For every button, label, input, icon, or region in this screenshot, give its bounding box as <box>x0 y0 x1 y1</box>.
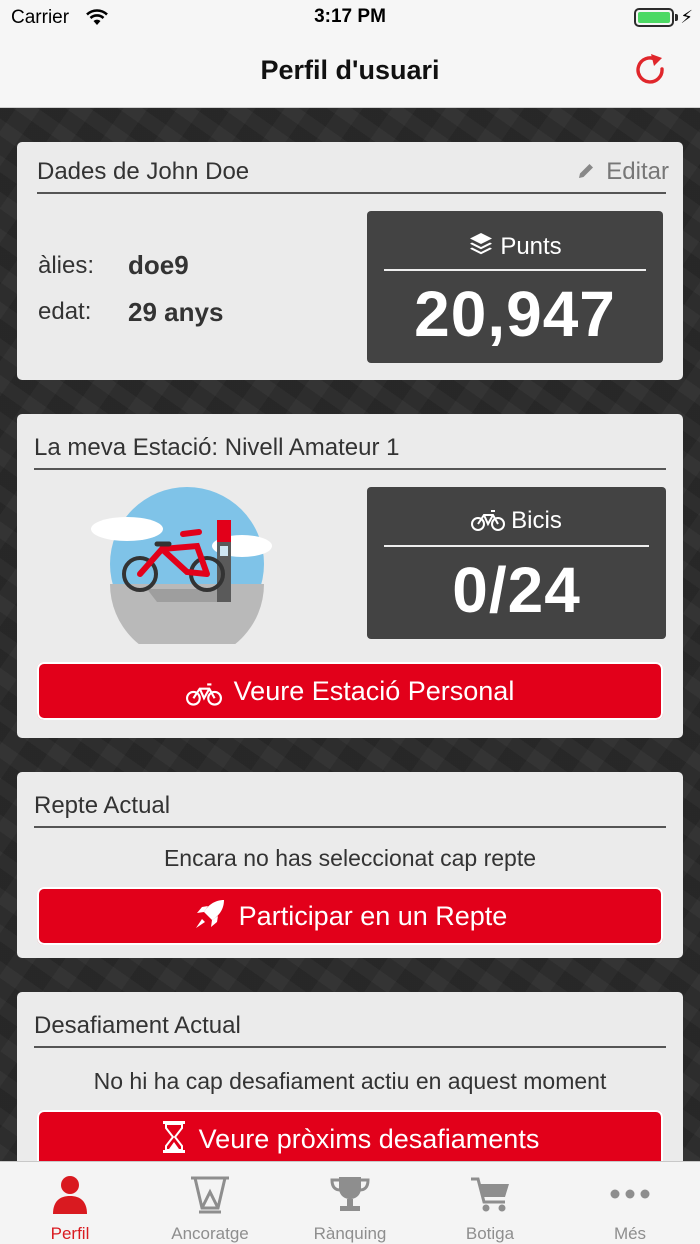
challenge-card: Repte Actual Encara no has seleccionat c… <box>17 772 683 958</box>
pencil-icon <box>579 164 594 178</box>
bikes-header: Bicis <box>367 507 666 535</box>
points-box: Punts 20,947 <box>367 211 663 363</box>
trophy-icon <box>330 1177 370 1211</box>
dock-icon <box>191 1176 229 1214</box>
alias-label: àlies: <box>38 252 95 279</box>
alias-value: doe9 <box>128 250 189 280</box>
points-divider <box>384 269 646 271</box>
points-value: 20,947 <box>414 278 616 350</box>
join-challenge-button[interactable]: Participar en un Repte <box>37 887 663 945</box>
tab-botiga-label: Botiga <box>465 1224 515 1243</box>
profile-card-title: Dades de John Doe <box>37 158 250 185</box>
station-illustration <box>91 487 272 644</box>
tab-ranquing[interactable]: Rànquing <box>280 1162 420 1244</box>
view-station-label: Veure Estació Personal <box>233 676 515 706</box>
tab-perfil[interactable]: Perfil <box>0 1162 140 1244</box>
bike-icon <box>185 683 222 706</box>
upcoming-dares-label: Veure pròxims desafiaments <box>198 1124 540 1154</box>
charging-icon: ⚡ <box>680 7 693 27</box>
bikes-divider <box>384 545 649 547</box>
more-icon <box>610 1189 650 1199</box>
station-card: La meva Estació: Nivell Amateur 1 Bicis … <box>17 414 683 738</box>
tab-mes[interactable]: Més <box>560 1162 700 1244</box>
challenge-card-title: Repte Actual <box>34 792 171 819</box>
divider <box>34 1046 666 1048</box>
profile-content[interactable]: Dades de John Doe Editar àlies: doe9 eda… <box>0 108 700 1161</box>
rocket-icon <box>195 900 224 928</box>
tab-ranquing-label: Rànquing <box>313 1224 387 1243</box>
battery-icon <box>634 8 674 27</box>
points-label: Punts <box>500 233 562 260</box>
refresh-icon[interactable] <box>632 52 670 90</box>
challenge-empty-text: Encara no has seleccionat cap repte <box>163 845 537 871</box>
status-bar: Carrier 3:17 PM ⚡ <box>0 0 700 36</box>
bikes-box: Bicis 0/24 <box>367 487 666 639</box>
view-station-button[interactable]: Veure Estació Personal <box>37 662 663 720</box>
edit-label: Editar <box>606 158 669 185</box>
edit-button[interactable]: Editar <box>576 158 669 186</box>
hourglass-icon <box>162 1121 185 1153</box>
upcoming-dares-button[interactable]: Veure pròxims desafiaments <box>37 1110 663 1161</box>
dare-card: Desafiament Actual No hi ha cap desafiam… <box>17 992 683 1161</box>
divider <box>34 468 666 470</box>
tab-ancoratge-label: Ancoratge <box>171 1224 249 1243</box>
station-card-title: La meva Estació: Nivell Amateur 1 <box>34 434 400 461</box>
age-label: edat: <box>38 298 92 325</box>
divider <box>34 826 666 828</box>
user-icon <box>53 1176 87 1214</box>
navigation-bar: Carrier 3:17 PM ⚡ Perfil d'usuari <box>0 0 700 108</box>
tab-ancoratge[interactable]: Ancoratge <box>140 1162 280 1244</box>
points-header: Punts <box>367 231 663 261</box>
divider <box>37 192 666 194</box>
battery-tip <box>675 14 678 21</box>
tab-bar: Perfil Ancoratge Rànquing Botiga Més <box>0 1161 700 1244</box>
join-challenge-label: Participar en un Repte <box>238 901 508 931</box>
bike-icon <box>471 510 506 531</box>
tab-botiga[interactable]: Botiga <box>420 1162 560 1244</box>
profile-card: Dades de John Doe Editar àlies: doe9 eda… <box>17 142 683 380</box>
cart-icon <box>471 1177 509 1212</box>
page-title: Perfil d'usuari <box>260 55 440 85</box>
tab-mes-label: Més <box>613 1224 647 1243</box>
age-value: 29 anys <box>128 297 224 327</box>
bikes-label: Bicis <box>511 507 562 534</box>
layers-icon <box>470 233 493 255</box>
tab-perfil-label: Perfil <box>50 1224 90 1243</box>
dare-card-title: Desafiament Actual <box>34 1012 241 1039</box>
clock: 3:17 PM <box>314 6 386 27</box>
dare-empty-text: No hi ha cap desafiament actiu en aquest… <box>93 1068 607 1094</box>
bikes-value: 0/24 <box>452 554 581 626</box>
